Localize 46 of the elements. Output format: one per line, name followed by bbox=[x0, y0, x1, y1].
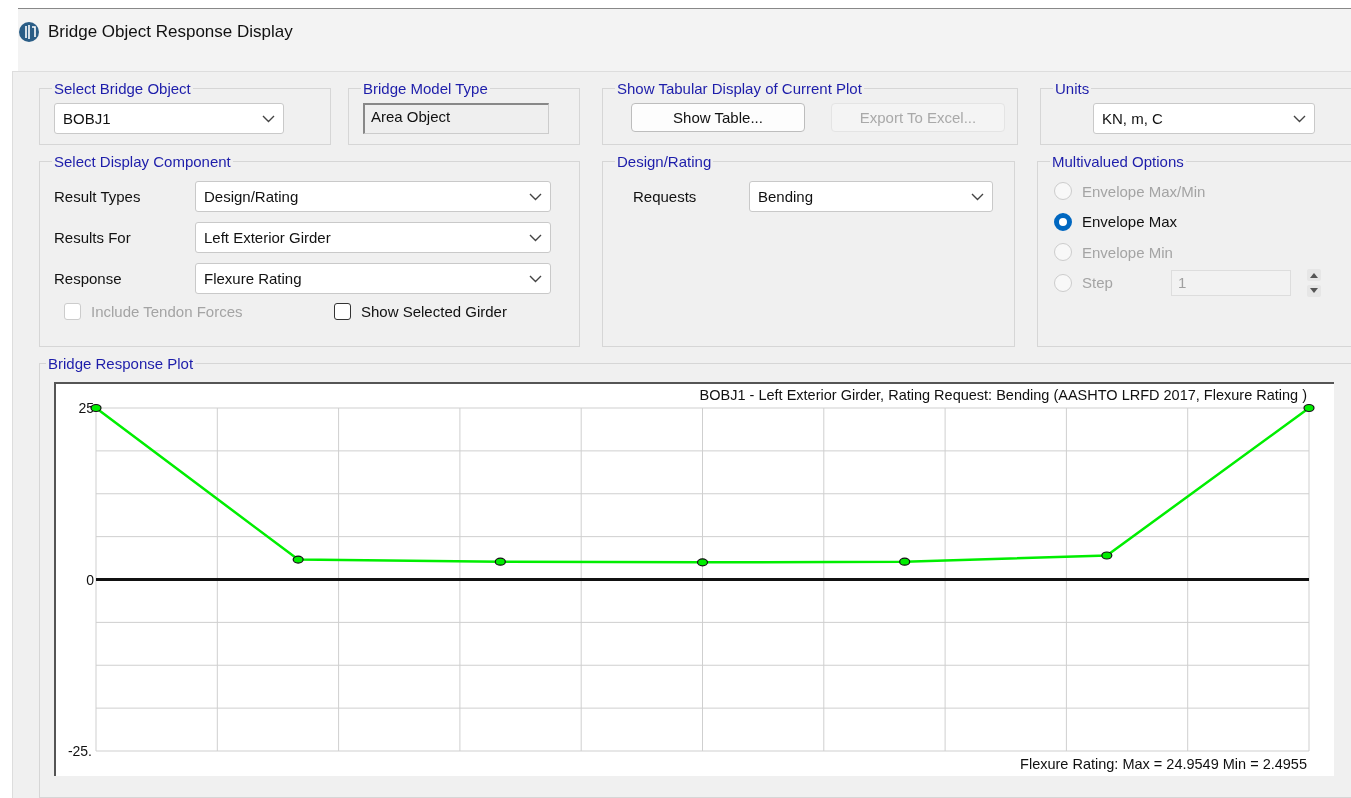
units-dropdown[interactable]: KN, m, C bbox=[1093, 103, 1315, 134]
chevron-down-icon bbox=[529, 274, 542, 283]
data-point bbox=[494, 557, 506, 566]
checkbox-label: Show Selected Girder bbox=[361, 303, 507, 320]
field-dropdown[interactable]: Left Exterior Girder bbox=[195, 222, 551, 253]
option-label: Envelope Max/Min bbox=[1082, 182, 1206, 200]
chart-summary: Flexure Rating: Max = 24.9549 Min = 2.4955 bbox=[1020, 756, 1307, 772]
window-title: Bridge Object Response Display bbox=[48, 22, 293, 42]
checkbox-label: Include Tendon Forces bbox=[91, 303, 243, 320]
field-label: Results For bbox=[54, 229, 132, 246]
field-dropdown[interactable]: Design/Rating bbox=[195, 181, 551, 212]
chevron-down-icon bbox=[262, 114, 275, 123]
group-title: Show Tabular Display of Current Plot bbox=[616, 80, 863, 97]
data-point bbox=[696, 558, 709, 567]
model-type-field: Area Object bbox=[363, 103, 549, 134]
radio-button[interactable] bbox=[1054, 212, 1072, 231]
data-point bbox=[899, 557, 911, 566]
bridge-object-dropdown[interactable]: BOBJ1 bbox=[54, 103, 284, 134]
data-point bbox=[1303, 403, 1315, 413]
chevron-down-icon bbox=[1293, 114, 1306, 123]
axis-label: -25. bbox=[67, 743, 92, 759]
chevron-down-icon bbox=[529, 192, 542, 201]
group-title: Select Bridge Object bbox=[53, 80, 192, 97]
group-title: Design/Rating bbox=[616, 153, 713, 170]
option-label: Envelope Max bbox=[1082, 213, 1178, 231]
field-label: Response bbox=[54, 270, 123, 287]
field-dropdown[interactable]: Flexure Rating bbox=[195, 263, 551, 294]
chevron-down-icon bbox=[529, 233, 542, 242]
group-title: Select Display Component bbox=[53, 153, 232, 170]
group-title: Bridge Model Type bbox=[362, 80, 489, 97]
group-title: Units bbox=[1054, 80, 1091, 97]
group-title: Bridge Response Plot bbox=[47, 355, 195, 372]
option-label: Envelope Min bbox=[1082, 243, 1173, 261]
field-label: Requests bbox=[633, 188, 698, 205]
table-button[interactable]: Show Table... bbox=[631, 103, 805, 132]
option-label: Step bbox=[1082, 274, 1113, 292]
group-title: Multivalued Options bbox=[1051, 153, 1185, 170]
chart-title: BOBJ1 - Left Exterior Girder, Rating Request: Bending (AASHTO LRFD 2017, Flexure Rating ) bbox=[699, 387, 1307, 403]
data-point bbox=[292, 555, 304, 564]
spin-icon[interactable] bbox=[1307, 267, 1321, 298]
data-point bbox=[1101, 551, 1113, 560]
checkbox[interactable] bbox=[334, 303, 351, 320]
chevron-down-icon bbox=[971, 192, 984, 201]
field-label: Result Types bbox=[54, 188, 142, 205]
axis-label: 0 bbox=[86, 571, 94, 588]
requests-dropdown[interactable]: Bending bbox=[749, 181, 993, 212]
